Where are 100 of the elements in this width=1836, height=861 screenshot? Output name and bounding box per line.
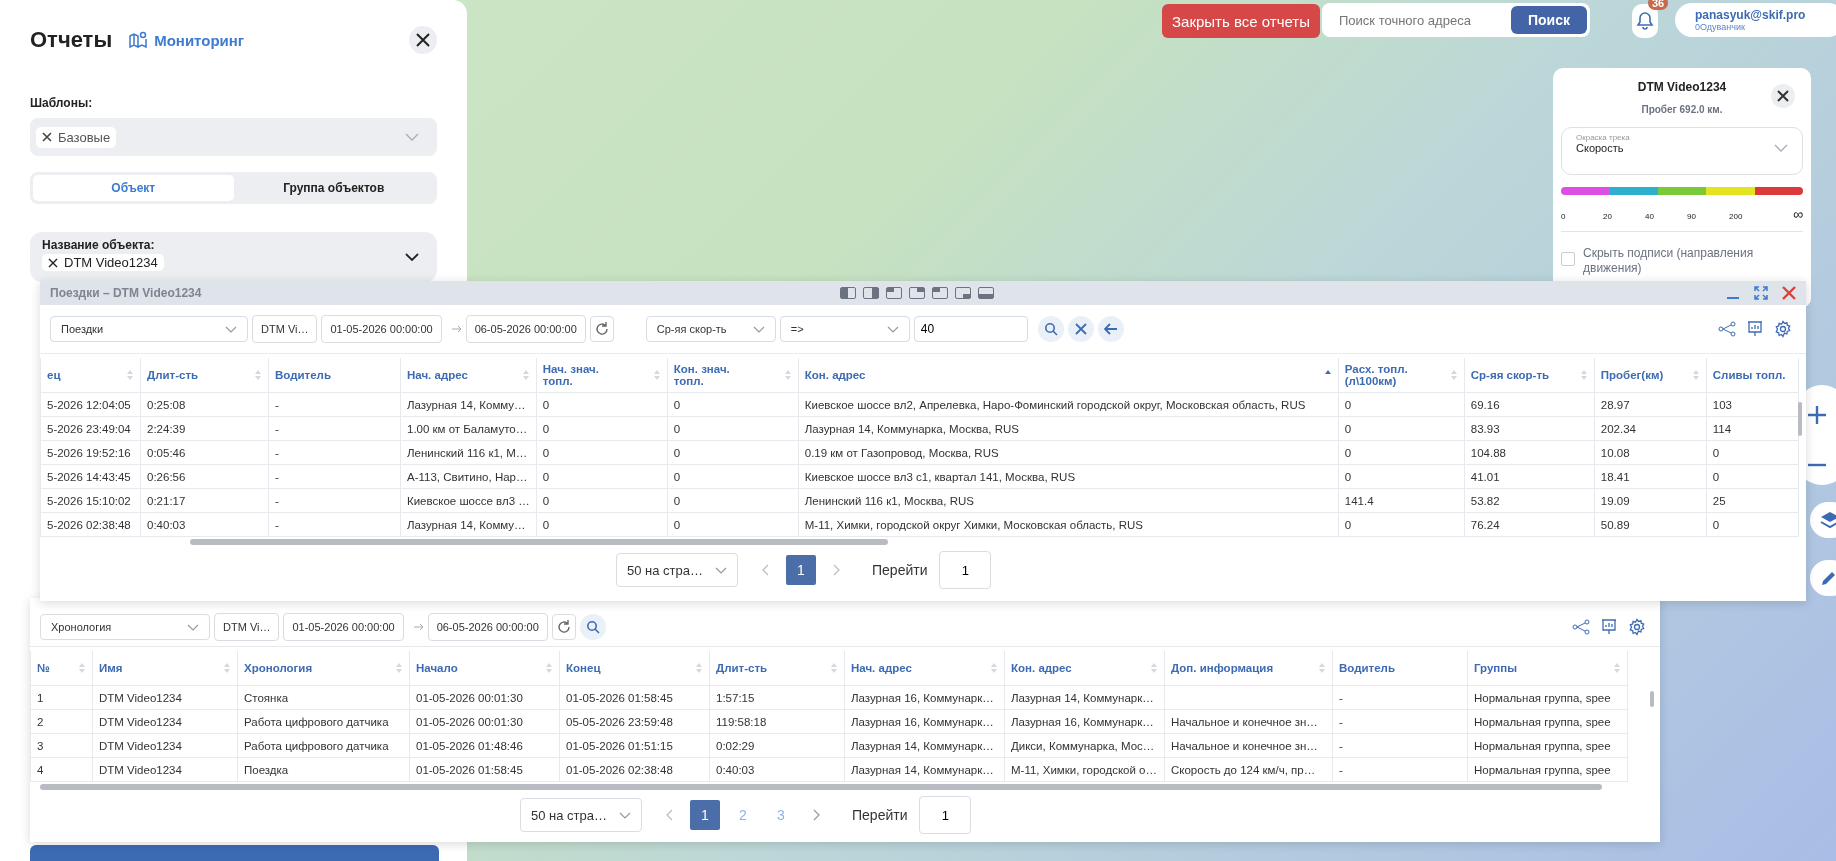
previous-page-icon[interactable] [666,809,674,821]
next-page-icon[interactable] [812,809,820,821]
layout-icon[interactable] [863,287,879,299]
vertical-scrollbar[interactable] [1650,691,1654,707]
scale-label: 200 [1729,212,1744,221]
vertical-scrollbar[interactable] [1798,402,1802,436]
close-button[interactable] [409,26,437,54]
column-header[interactable]: Нач. знач. топл. [536,358,668,393]
layout-icon[interactable] [932,287,948,299]
table-cell: Лазурная 14, Комму… [407,518,526,531]
column-header[interactable]: Водитель [1332,651,1468,686]
page-number-field[interactable]: 1 [919,796,972,834]
table-cell: - [1339,739,1343,752]
object-field[interactable]: DTM Vi… [252,315,318,343]
column-header[interactable]: Нач. адрес [400,358,537,393]
object-name-select[interactable]: Название объекта: DTM Video1234 [30,232,437,282]
column-header[interactable]: Конец [559,651,710,686]
date-from-field[interactable]: 01-05-2026 00:00:00 [321,315,442,343]
presentation-icon[interactable] [1746,320,1764,338]
user-menu[interactable]: panasyuk@skif.pro 0Одуванчик [1675,3,1836,37]
date-from-field[interactable]: 01-05-2026 00:00:00 [283,613,404,641]
table-cell: 0:21:17 [147,494,186,507]
date-to-field[interactable]: 06-05-2026 00:00:00 [465,315,586,343]
table-cell: - [1339,763,1343,776]
next-page-icon[interactable] [832,564,840,576]
report-type-select[interactable]: Поездки [50,316,248,342]
filter-value-field[interactable]: 40 [913,316,1028,342]
table-cell: Лазурная 14, Коммунарк… [1011,691,1154,704]
page-button[interactable]: 1 [690,800,720,830]
layout-icon[interactable] [909,287,925,299]
column-header[interactable]: Пробег(км) [1594,358,1707,393]
table-cell: - [1339,715,1343,728]
operator-select[interactable]: => [779,316,910,342]
clear-button[interactable] [1067,316,1094,342]
settings-icon[interactable] [1774,320,1792,338]
template-chip: Базовые [36,126,117,148]
object-field[interactable]: DTM Vi… [214,613,280,641]
templates-select[interactable]: Базовые [30,118,437,156]
layout-icon[interactable] [978,287,994,299]
page-size-select[interactable]: 50 на стра… [520,798,642,832]
column-header[interactable]: № [30,651,93,686]
layout-icon[interactable] [840,287,856,299]
column-header[interactable]: Кон. знач. топл. [667,358,799,393]
connections-icon[interactable] [1572,618,1590,636]
column-header[interactable]: Расх. топл. (л\100км) [1338,358,1465,393]
column-header[interactable]: Сливы топл. [1706,358,1799,393]
table-cell: Начальное и конечное зн… [1171,739,1318,752]
object-type-tab[interactable]: Группа объектов [233,175,434,201]
close-icon[interactable] [1782,286,1796,300]
expand-icon[interactable] [1754,286,1768,300]
object-type-tab[interactable]: Объект [33,175,234,201]
column-header[interactable]: Нач. адрес [844,651,1005,686]
table-cell: 0 [542,518,550,531]
page-number-field[interactable]: 1 [939,551,992,589]
connections-icon[interactable] [1718,320,1736,338]
filter-field-select[interactable]: Ср-яя скор-ть [645,316,776,342]
zoom-in-icon[interactable] [1806,403,1828,426]
zoom-out-icon[interactable] [1806,462,1828,467]
column-header[interactable]: Имя [92,651,238,686]
table-cell: 41.01 [1470,470,1500,483]
remove-icon[interactable] [42,132,52,142]
column-header[interactable]: Водитель [268,358,401,393]
layout-icon[interactable] [886,287,902,299]
search-button[interactable]: Поиск [1511,6,1587,34]
date-to-field[interactable]: 06-05-2026 00:00:00 [427,613,548,641]
column-header[interactable]: Кон. адрес [1004,651,1165,686]
table-cell: Лазурная 16, Коммунарк… [851,691,994,704]
address-search-bar[interactable]: Поиск точного адреса Поиск [1322,3,1590,37]
page-size-select[interactable]: 50 на стра… [616,553,738,587]
column-header[interactable]: Длит-сть [140,358,269,393]
column-header[interactable]: Группы [1467,651,1628,686]
close-button[interactable] [1771,84,1795,108]
column-header[interactable]: ец [40,358,141,393]
table-cell: 114 [1712,422,1732,435]
column-header[interactable]: Доп. информация [1164,651,1333,686]
table-cell: 5-2026 19:52:16 [47,446,131,459]
report-type-select[interactable]: Хронология [40,614,210,640]
checkbox[interactable] [1561,252,1575,266]
close-all-reports-button[interactable]: Закрыть все отчеты [1162,4,1320,38]
refresh-button[interactable] [551,614,576,640]
track-color-select[interactable]: Окраска трека Скорость [1561,127,1803,175]
table-cell: 0 [542,446,550,459]
layout-icon[interactable] [955,287,971,299]
previous-page-icon[interactable] [762,564,770,576]
search-button[interactable] [1037,316,1064,342]
column-header[interactable]: Хронология [237,651,410,686]
back-button[interactable] [1097,316,1124,342]
column-header[interactable]: Кон. адрес [798,358,1339,393]
table-cell: Скорость до 124 км/ч, пр… [1171,763,1316,776]
presentation-icon[interactable] [1600,618,1618,636]
refresh-button[interactable] [589,316,614,342]
remove-icon[interactable] [48,257,58,268]
settings-icon[interactable] [1628,618,1646,636]
monitoring-link[interactable]: Мониторинг [128,30,245,50]
table-cell: - [275,446,279,459]
search-button[interactable] [579,614,606,640]
column-header[interactable]: Начало [409,651,560,686]
column-header[interactable]: Длит-сть [709,651,845,686]
page-button[interactable]: 1 [786,555,816,585]
column-header[interactable]: Ср-яя скор-ть [1464,358,1595,393]
